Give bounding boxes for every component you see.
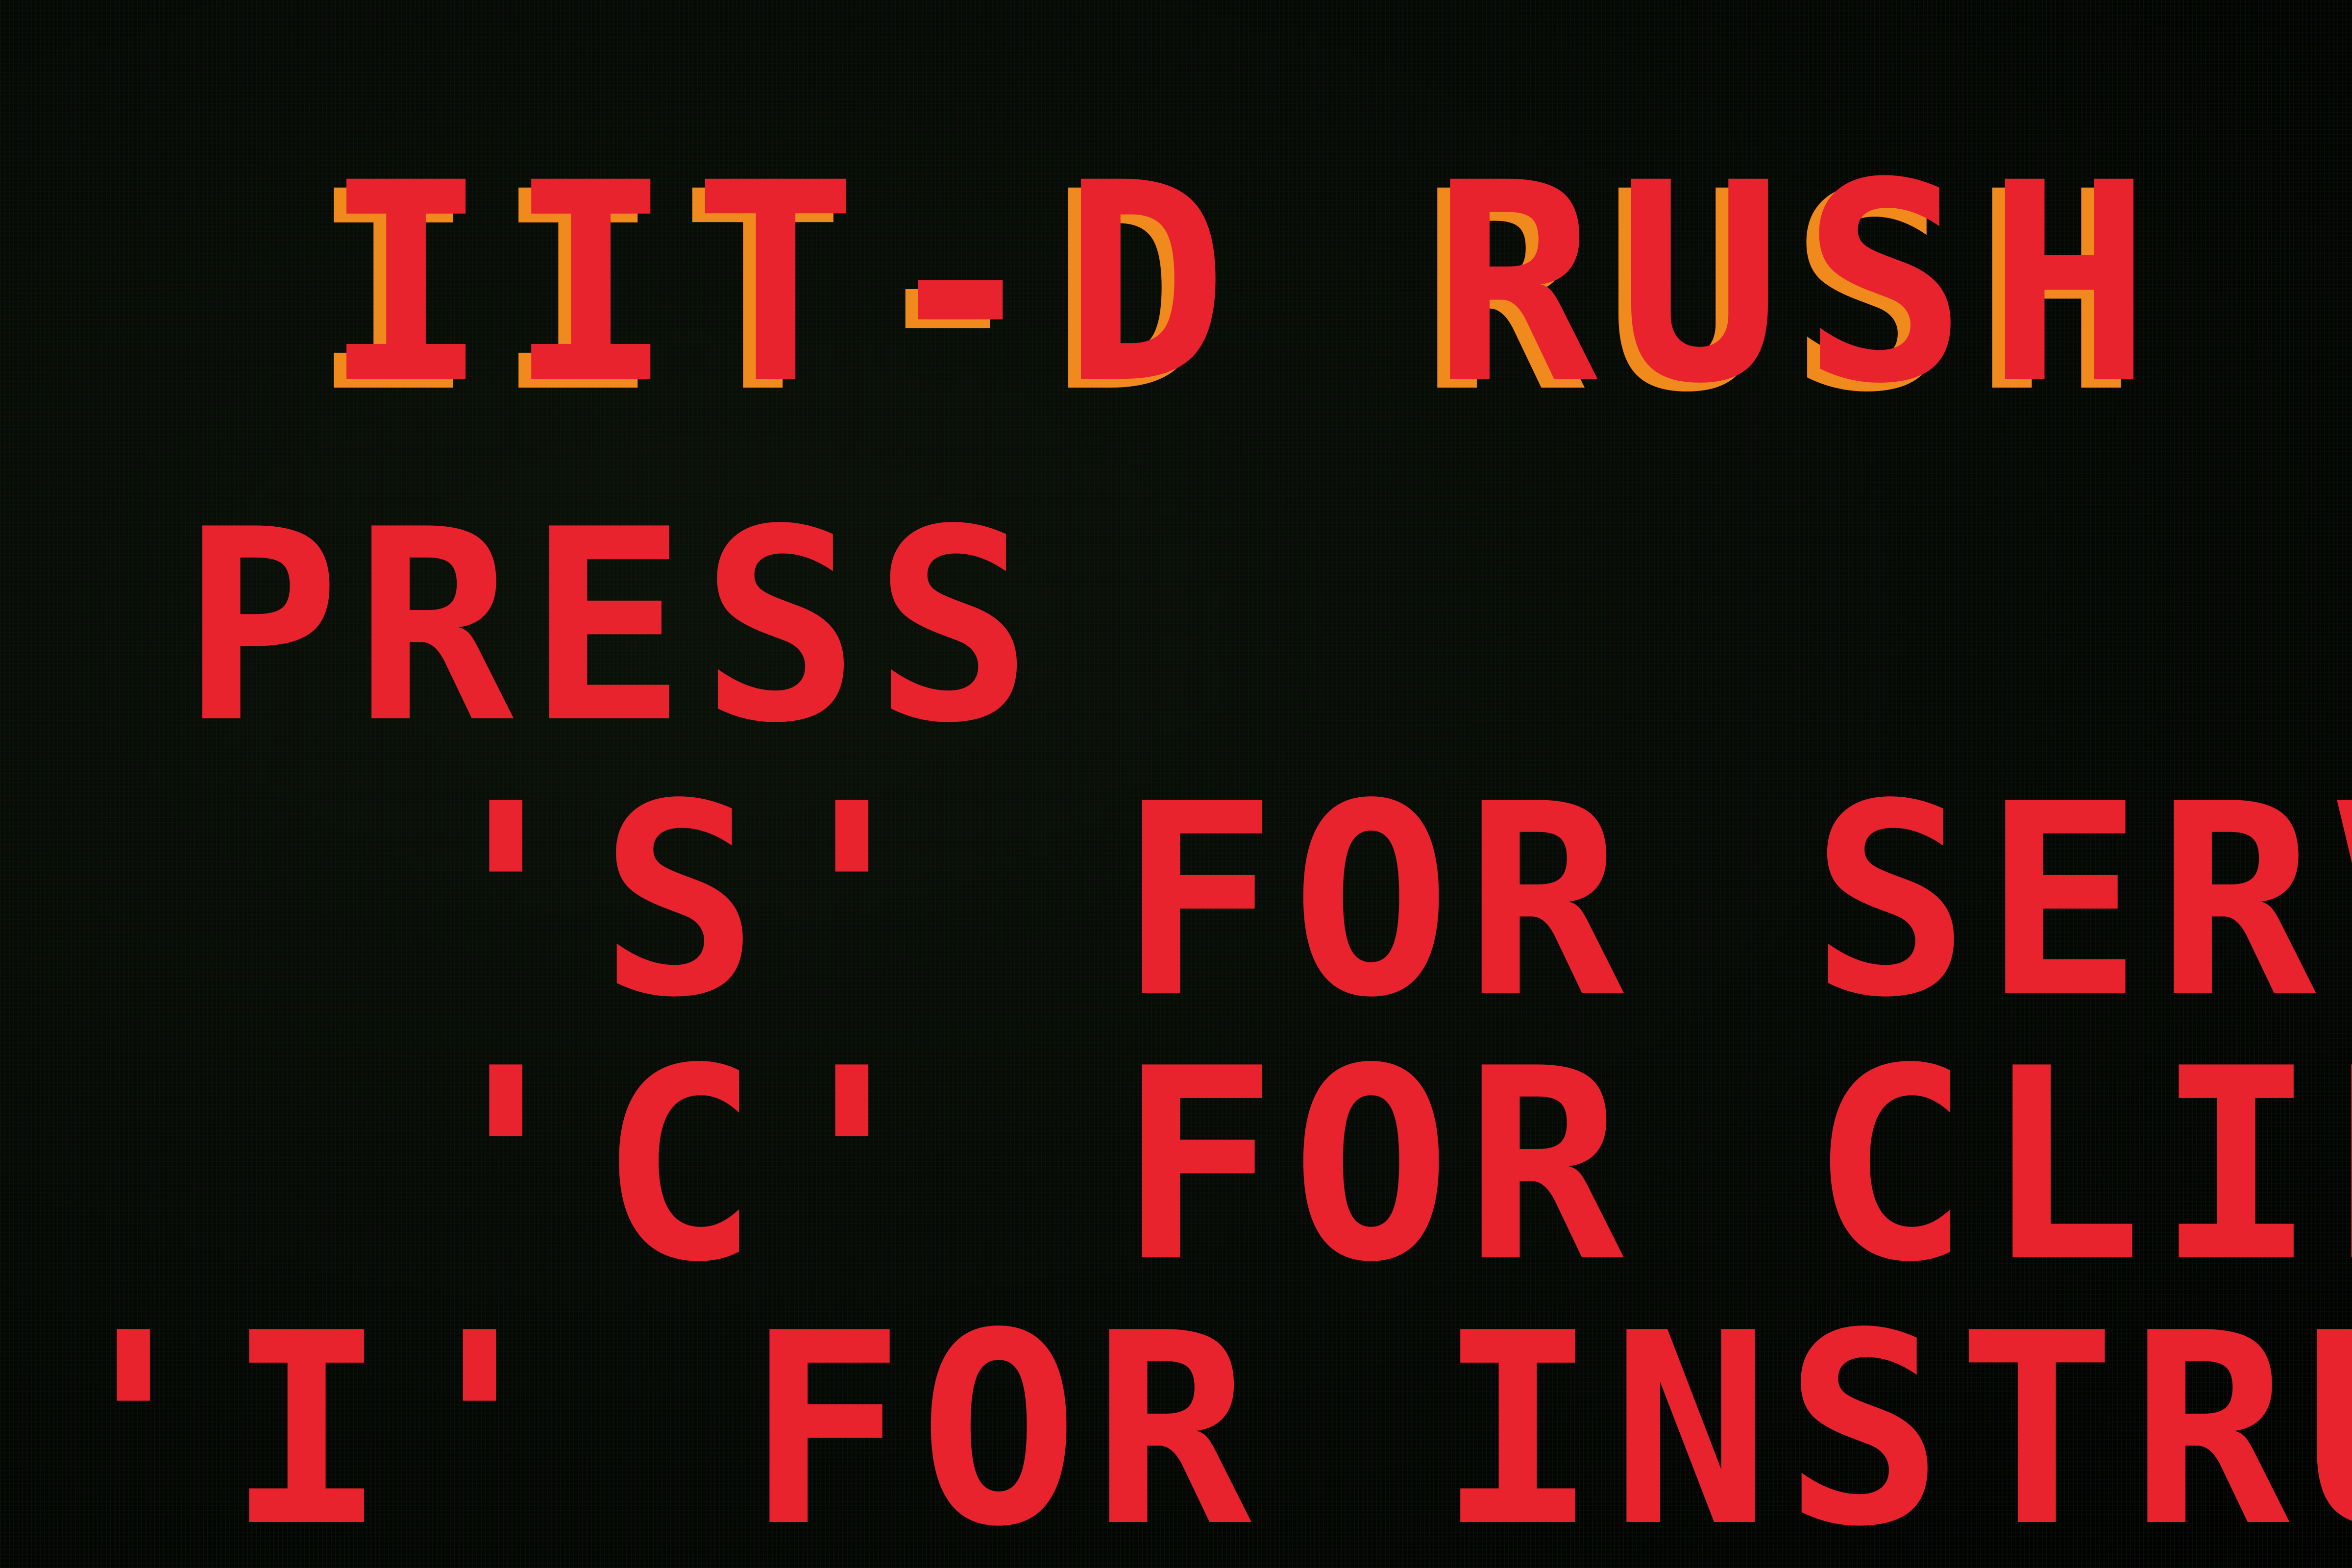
press-prompt: PRESS	[181, 473, 1047, 781]
game-start-screen: IIT-D RUSH PRESS 'S' FOR SERVER 'C' FOR …	[0, 0, 2352, 1568]
instruction-option[interactable]: 'I' FOR INSTRUCTION	[54, 1298, 2352, 1563]
game-title: IIT-D RUSH	[323, 124, 2172, 444]
client-option[interactable]: 'C' FOR CLIENT	[426, 1034, 2352, 1298]
server-option[interactable]: 'S' FOR SERVER	[426, 769, 2352, 1034]
